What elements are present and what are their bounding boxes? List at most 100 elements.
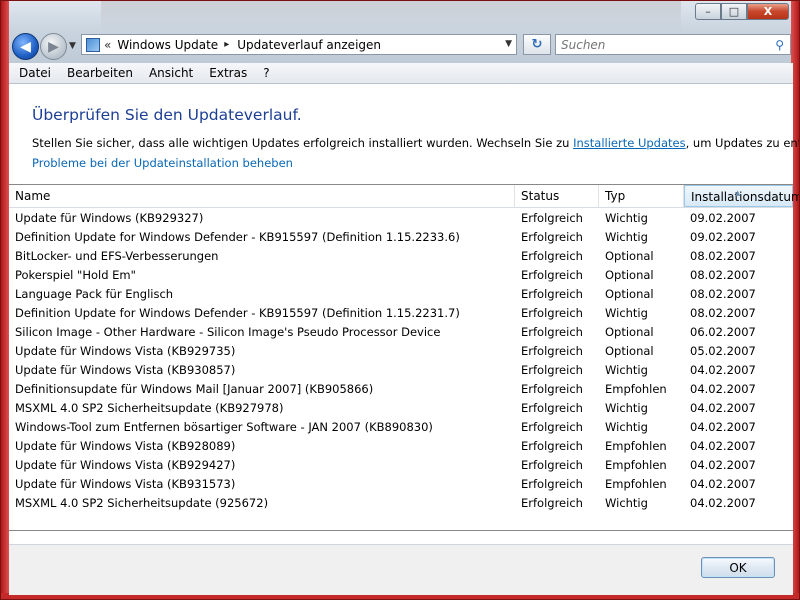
- cell-type: Optional: [605, 268, 654, 282]
- cell-status: Erfolgreich: [521, 268, 583, 282]
- recent-pages-dropdown[interactable]: ▼: [69, 41, 76, 51]
- table-row[interactable]: Update für Windows Vista (KB929427) Erfol…: [9, 456, 793, 475]
- cell-type: Wichtig: [605, 306, 648, 320]
- table-row[interactable]: Windows-Tool zum Entfernen bösartiger So…: [9, 418, 793, 437]
- description-text-end: , um Updates zu entfernen.: [685, 136, 799, 150]
- cell-status: Erfolgreich: [521, 363, 583, 377]
- table-row[interactable]: Language Pack für Englisch Erfolgreich Opt…: [9, 285, 793, 304]
- cell-type: Wichtig: [605, 230, 648, 244]
- cell-name: Language Pack für Englisch: [15, 287, 174, 301]
- refresh-button[interactable]: ↻: [523, 34, 551, 55]
- cell-status: Erfolgreich: [521, 477, 583, 491]
- arrow-right-icon: ▶: [48, 38, 59, 55]
- column-header-status[interactable]: Status: [515, 185, 599, 207]
- table-body: Update für Windows (KB929327) Erfolgreich…: [9, 209, 793, 513]
- table-row[interactable]: MSXML 4.0 SP2 Sicherheitsupdate (925672)…: [9, 494, 793, 513]
- menu-extras[interactable]: Extras: [201, 66, 255, 80]
- cell-name: Update für Windows Vista (KB928089): [15, 439, 236, 453]
- cell-status: Erfolgreich: [521, 496, 583, 510]
- table-row[interactable]: Update für Windows Vista (KB928089) Erfol…: [9, 437, 793, 456]
- cell-name: MSXML 4.0 SP2 Sicherheitsupdate (KB92797…: [15, 401, 284, 415]
- column-header-name[interactable]: Name: [9, 185, 515, 207]
- refresh-icon: ↻: [531, 37, 543, 52]
- table-row[interactable]: Definitionsupdate für Windows Mail [Janu…: [9, 380, 793, 399]
- table-row[interactable]: BitLocker- und EFS-Verbesserungen Erfolgr…: [9, 247, 793, 266]
- navigation-bar: ◀ ▶ ▼ « Windows Update ▸ Updateverlauf a…: [9, 33, 793, 60]
- table-row[interactable]: Update für Windows Vista (KB931573) Erfol…: [9, 475, 793, 494]
- maximize-button[interactable]: □: [721, 3, 747, 20]
- breadcrumb-separator-icon[interactable]: ▸: [224, 39, 229, 50]
- cell-status: Erfolgreich: [521, 420, 583, 434]
- caption-buttons: – □ X: [695, 3, 789, 20]
- table-row[interactable]: Silicon Image - Other Hardware - Silicon…: [9, 323, 793, 342]
- cell-type: Optional: [605, 344, 654, 358]
- address-bar[interactable]: « Windows Update ▸ Updateverlauf anzeige…: [81, 34, 517, 55]
- breadcrumb-item[interactable]: Updateverlauf anzeigen: [237, 38, 381, 52]
- cell-status: Erfolgreich: [521, 287, 583, 301]
- back-button[interactable]: ◀: [12, 33, 39, 60]
- table-row[interactable]: Update für Windows Vista (KB929735) Erfol…: [9, 342, 793, 361]
- window-frame: – □ X ◀ ▶ ▼ « Windows Update ▸ Updatever…: [0, 0, 800, 600]
- cell-type: Wichtig: [605, 420, 648, 434]
- cell-date: 06.02.2007: [690, 325, 756, 339]
- troubleshoot-link[interactable]: Probleme bei der Updateinstallation behe…: [32, 156, 293, 170]
- menu-ansicht[interactable]: Ansicht: [141, 66, 201, 80]
- table-header: Name Status Typ ▲ Installationsdatum: [9, 185, 799, 208]
- cell-name: Update für Windows (KB929327): [15, 211, 204, 225]
- page-title: Überprüfen Sie den Updateverlauf.: [32, 106, 302, 124]
- cell-date: 04.02.2007: [690, 458, 756, 472]
- installed-updates-link[interactable]: Installierte Updates: [573, 136, 686, 150]
- cell-type: Wichtig: [605, 496, 648, 510]
- cell-status: Erfolgreich: [521, 382, 583, 396]
- update-history-table: Name Status Typ ▲ Installationsdatum Upd…: [9, 184, 799, 531]
- table-row[interactable]: Definition Update for Windows Defender -…: [9, 228, 793, 247]
- menu-help[interactable]: ?: [255, 66, 277, 80]
- table-row[interactable]: MSXML 4.0 SP2 Sicherheitsupdate (KB92797…: [9, 399, 793, 418]
- table-row[interactable]: Pokerspiel "Hold Em" Erfolgreich Optional 0…: [9, 266, 793, 285]
- menu-bar: Datei Bearbeiten Ansicht Extras ?: [9, 63, 793, 84]
- search-box: ⚲: [555, 34, 791, 55]
- cell-status: Erfolgreich: [521, 344, 583, 358]
- cell-name: Definitionsupdate für Windows Mail [Janu…: [15, 382, 374, 396]
- column-header-date-label: Installationsdatum: [691, 190, 800, 204]
- cell-name: Windows-Tool zum Entfernen bösartiger So…: [15, 420, 433, 434]
- menu-datei[interactable]: Datei: [9, 66, 59, 80]
- cell-name: MSXML 4.0 SP2 Sicherheitsupdate (925672): [15, 496, 269, 510]
- cell-status: Erfolgreich: [521, 439, 583, 453]
- cell-date: 04.02.2007: [690, 382, 756, 396]
- cell-date: 08.02.2007: [690, 249, 756, 263]
- cell-status: Erfolgreich: [521, 211, 583, 225]
- cell-name: Silicon Image - Other Hardware - Silicon…: [15, 325, 441, 339]
- cell-date: 08.02.2007: [690, 268, 756, 282]
- cell-name: Definition Update for Windows Defender -…: [15, 306, 460, 320]
- search-input[interactable]: [556, 37, 761, 52]
- table-row[interactable]: Definition Update for Windows Defender -…: [9, 304, 793, 323]
- menu-bearbeiten[interactable]: Bearbeiten: [59, 66, 141, 80]
- forward-button[interactable]: ▶: [40, 33, 67, 60]
- address-dropdown-icon[interactable]: ▼: [505, 39, 512, 49]
- cell-type: Empfohlen: [605, 439, 667, 453]
- breadcrumb-item[interactable]: Windows Update: [117, 38, 218, 52]
- close-button[interactable]: X: [747, 3, 789, 20]
- breadcrumb-overflow[interactable]: «: [104, 38, 111, 52]
- cell-type: Empfohlen: [605, 477, 667, 491]
- cell-name: Update für Windows Vista (KB930857): [15, 363, 236, 377]
- table-row[interactable]: Update für Windows Vista (KB930857) Erfol…: [9, 361, 793, 380]
- cell-type: Wichtig: [605, 363, 648, 377]
- cell-type: Wichtig: [605, 211, 648, 225]
- cell-date: 04.02.2007: [690, 363, 756, 377]
- cell-type: Optional: [605, 287, 654, 301]
- minimize-button[interactable]: –: [695, 3, 721, 20]
- arrow-left-icon: ◀: [20, 38, 31, 55]
- cell-name: Update für Windows Vista (KB929735): [15, 344, 236, 358]
- cell-status: Erfolgreich: [521, 458, 583, 472]
- column-header-type[interactable]: Typ: [599, 185, 684, 207]
- cell-date: 08.02.2007: [690, 287, 756, 301]
- cell-type: Wichtig: [605, 401, 648, 415]
- ok-button[interactable]: OK: [701, 557, 775, 578]
- window-border-left: [1, 1, 9, 599]
- cell-name: Pokerspiel "Hold Em": [15, 268, 136, 282]
- column-header-date[interactable]: ▲ Installationsdatum: [684, 185, 799, 207]
- search-icon[interactable]: ⚲: [775, 38, 784, 52]
- table-row[interactable]: Update für Windows (KB929327) Erfolgreich…: [9, 209, 793, 228]
